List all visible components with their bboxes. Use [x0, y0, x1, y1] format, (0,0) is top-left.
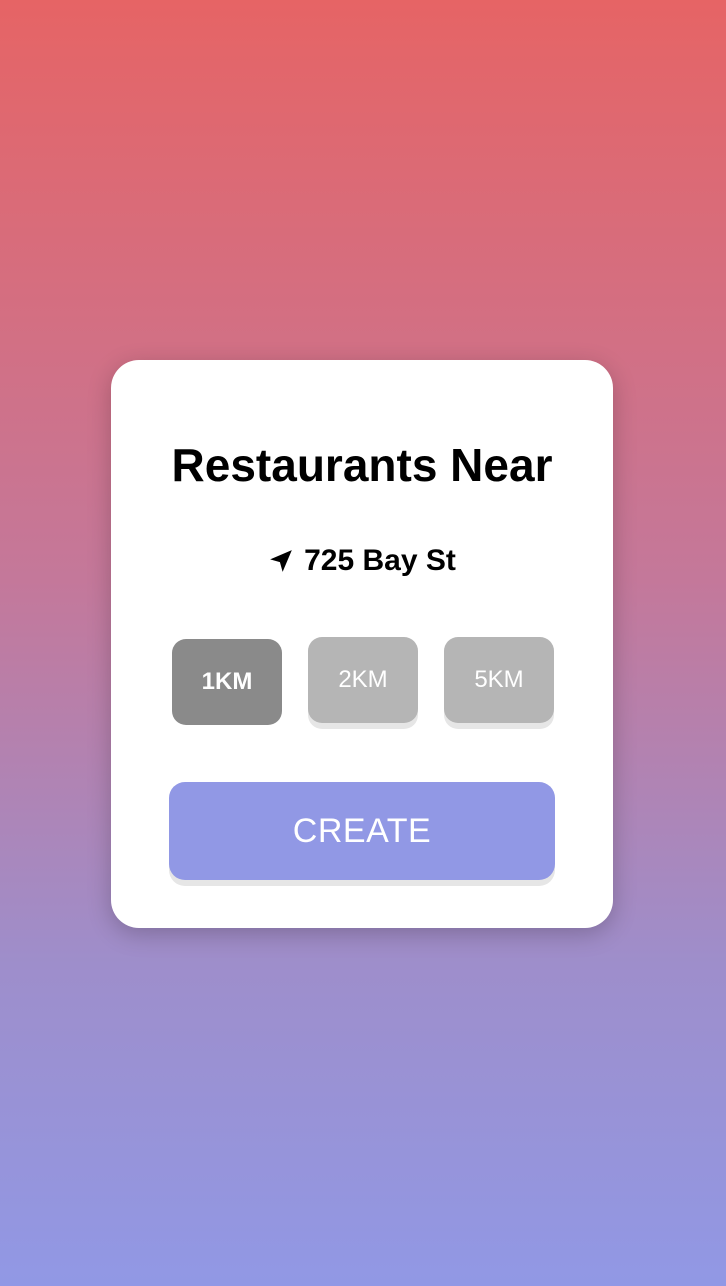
card-title: Restaurants Near [171, 439, 553, 491]
create-button[interactable]: CREATE [169, 782, 555, 880]
location-arrow-icon [268, 548, 294, 574]
distance-button-5km[interactable]: 5KM [444, 637, 554, 723]
distance-button-1km[interactable]: 1KM [172, 639, 282, 725]
location-row: 725 Bay St [111, 542, 613, 580]
distance-button-2km[interactable]: 2KM [308, 637, 418, 723]
location-address: 725 Bay St [304, 544, 456, 577]
restaurant-search-card: Restaurants Near 725 Bay St 1KM 2KM 5KM … [111, 360, 613, 928]
